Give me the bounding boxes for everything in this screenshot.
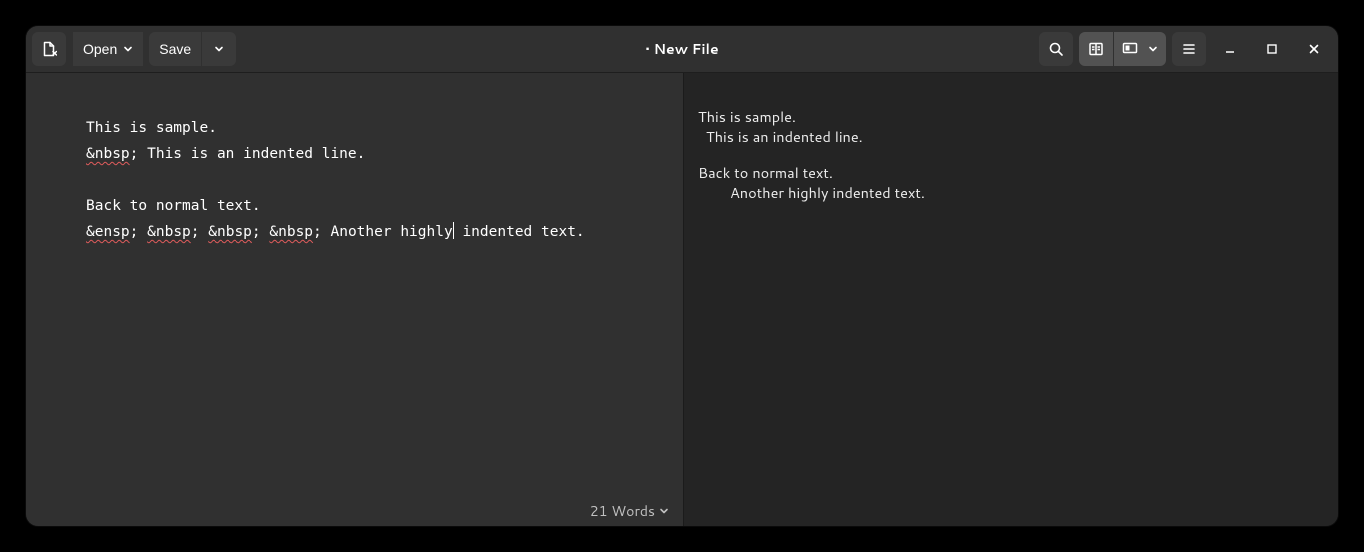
new-document-button[interactable] [32,32,66,66]
editor-text-span: indented text. [454,224,585,240]
open-label: Open [83,41,117,57]
editor-text-span: ; [130,224,147,240]
headerbar-left: Open Save [32,32,236,66]
headerbar-right [1039,32,1332,66]
maximize-icon [1266,43,1278,55]
save-button-group: Save [149,32,236,66]
open-button-group: Open [72,32,143,66]
chevron-down-icon [123,44,133,54]
chevron-down-icon [214,44,224,54]
search-icon [1048,41,1064,57]
open-button[interactable]: Open [73,32,143,66]
preview-paragraph: This is sample. This is an indented line… [698,107,1338,147]
maximize-button[interactable] [1260,37,1284,61]
save-button[interactable]: Save [149,32,201,66]
minimize-button[interactable] [1218,37,1242,61]
headerbar: Open Save • New File [26,26,1338,73]
save-label: Save [159,41,191,57]
entity-ensp: &ensp [86,224,130,240]
view-mode-group [1079,32,1166,66]
minimize-icon [1224,43,1236,55]
editor-view-button[interactable] [1079,32,1113,66]
app-window: Open Save • New File [26,26,1338,526]
entity-nbsp: &nbsp [269,224,313,240]
preview-pane: This is sample. This is an indented line… [684,73,1338,526]
save-options-button[interactable] [202,32,236,66]
preview-view-icon [1122,42,1138,56]
window-title: • New File [645,39,718,59]
preview-paragraph: Back to normal text. Another highly inde… [698,163,1338,203]
editor-view-icon [1088,41,1104,57]
chevron-down-icon[interactable] [659,506,669,516]
entity-nbsp: &nbsp [147,224,191,240]
editor-text-span: ; [252,224,269,240]
preview-view-button[interactable] [1114,32,1166,66]
close-icon [1308,43,1320,55]
search-button[interactable] [1039,32,1073,66]
menu-button[interactable] [1172,32,1206,66]
statusbar: 21 Words [26,496,683,526]
content-area: This is sample. &nbsp; This is an indent… [26,73,1338,526]
close-button[interactable] [1302,37,1326,61]
preview-line: This is sample. [698,106,796,127]
editor-text-span: ; Another highly [313,224,453,240]
editor-line: Back to normal text. [86,198,261,214]
entity-nbsp: &nbsp [208,224,252,240]
new-document-icon [41,41,57,57]
editor-textarea[interactable]: This is sample. &nbsp; This is an indent… [26,73,683,245]
preview-line: Another highly indented text. [698,182,925,203]
editor-text-span: ; [191,224,208,240]
entity-nbsp: &nbsp [86,146,130,162]
editor-line: This is sample. [86,120,217,136]
editor-text-span: ; This is an indented line. [130,146,366,162]
chevron-down-icon [1148,44,1158,54]
preview-line: Back to normal text. [698,162,833,183]
editor-pane: This is sample. &nbsp; This is an indent… [26,73,684,526]
preview-line: This is an indented line. [698,126,863,147]
word-count[interactable]: 21 Words [590,501,655,521]
hamburger-icon [1181,41,1197,57]
